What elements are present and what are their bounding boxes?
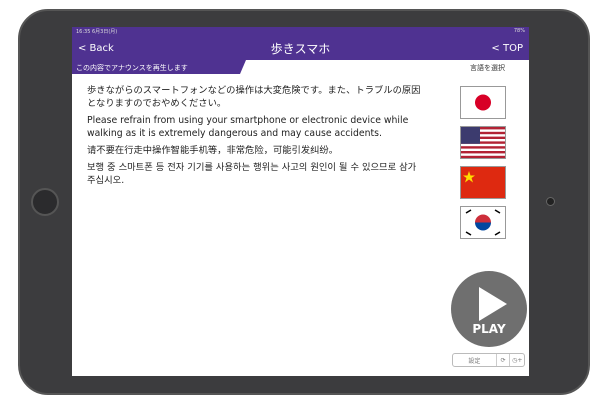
status-time: 16:35 6月3日(月) (76, 29, 118, 35)
play-button[interactable]: PLAY (451, 271, 527, 347)
settings-button[interactable]: 設定 (453, 354, 497, 366)
home-button[interactable] (31, 188, 59, 216)
page-title: 歩きスマホ (270, 41, 331, 56)
japan-flag-button[interactable] (460, 86, 506, 119)
announce-label: この内容でアナウンスを再生します (72, 60, 240, 74)
usa-flag-button[interactable] (460, 126, 506, 159)
china-flag-button[interactable] (460, 166, 506, 199)
korea-flag-button[interactable] (460, 206, 506, 239)
message-zh: 请不要在行走中操作智能手机等，非常危险，可能引发纠纷。 (87, 145, 339, 156)
play-label: PLAY (472, 322, 506, 336)
message-text: 歩きながらのスマートフォンなどの操作は大変危険です。また、トラブルの原因となりま… (87, 84, 427, 191)
repeat-icon[interactable]: ⟳ (497, 354, 511, 366)
play-icon (479, 287, 507, 321)
controls-bar: 設定 ⟳ ◷+ (452, 353, 525, 367)
status-battery: 78% (513, 28, 525, 34)
timer-icon[interactable]: ◷+ (510, 354, 524, 366)
message-ja: 歩きながらのスマートフォンなどの操作は大変危険です。また、トラブルの原因となりま… (87, 85, 421, 109)
screen: 16:35 6月3日(月) 78% < Back 歩きスマホ < TOP この内… (72, 27, 529, 376)
message-ko: 보행 중 스마트폰 등 전자 기기를 사용하는 행위는 사고의 원인이 될 수 … (87, 162, 417, 186)
back-button[interactable]: < Back (78, 43, 114, 54)
select-language-label: 言語を選択 (470, 64, 505, 72)
camera (546, 197, 555, 206)
top-button[interactable]: < TOP (491, 43, 523, 54)
nav-bar: < Back 歩きスマホ < TOP (72, 36, 529, 60)
banner: この内容でアナウンスを再生します 言語を選択 (72, 60, 529, 74)
message-en: Please refrain from using your smartphon… (87, 115, 409, 139)
status-bar: 16:35 6月3日(月) 78% (72, 27, 529, 36)
